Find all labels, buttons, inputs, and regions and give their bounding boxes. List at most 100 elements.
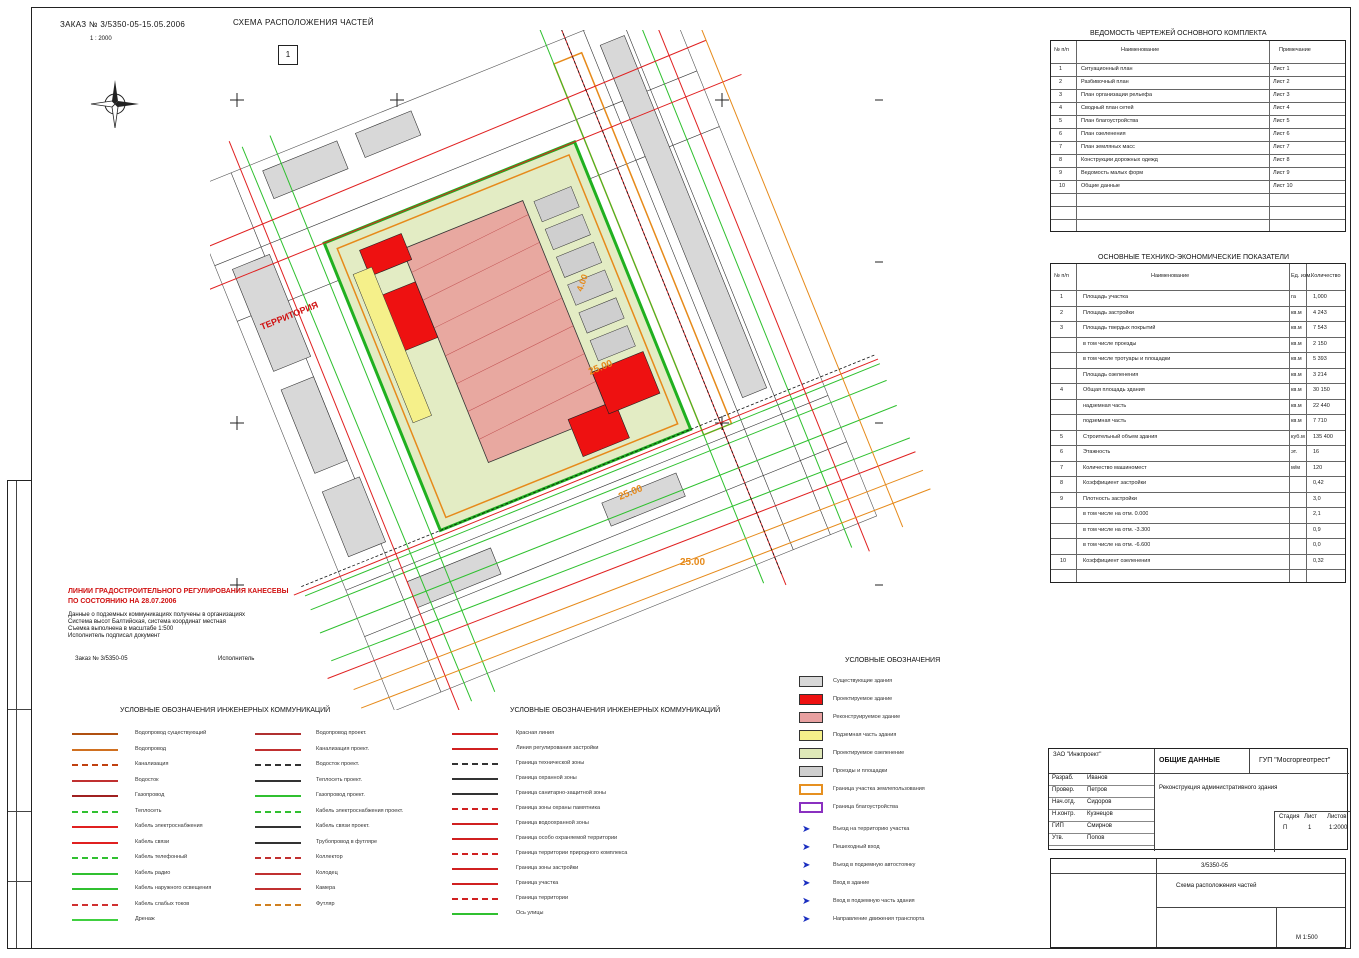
table2-cell: 4 243 [1313,309,1327,316]
legend-line-sample [255,857,301,859]
table2-cell: Площадь озеленения [1083,371,1139,378]
table2-cell: Площадь участка [1083,294,1128,300]
table2-cell: Площадь твердых покрытий [1083,325,1156,331]
table2-cell: в том числе тротуары и площадки [1083,356,1171,362]
legend-line-sample [452,883,498,885]
legend-label: Проезды и площадки [833,768,888,774]
table2-cell: кв.м [1291,371,1302,378]
table2-cell: 2 150 [1313,340,1327,347]
table1-row-line [1051,115,1345,116]
legend-line-sample [452,748,498,750]
legend-line-sample [452,898,498,900]
legend-label: Граница зоны охраны памятника [516,805,601,811]
red-note-line-1: ЛИНИИ ГРАДОСТРОИТЕЛЬНОГО РЕГУЛИРОВАНИЯ К… [68,588,289,595]
legend-label: Ось улицы [516,910,544,916]
legend-label: Газопровод проект. [316,792,365,798]
table2-cell: надземная часть [1083,402,1127,409]
table2-row-line [1051,367,1345,369]
stamp-row-line [1049,797,1154,798]
table2-cell: 10 [1060,557,1067,564]
table2-cell: 2 [1060,309,1064,316]
legend-line-sample [255,872,301,875]
legend-label: Теплосеть проект. [316,776,363,783]
table2-header-cell: Наименование [1151,273,1190,279]
legend-swatch [799,676,823,687]
stamp-sheet: Лист [1304,814,1318,820]
table2-row-line [1051,522,1345,524]
table2-header-cell: Количество [1311,273,1341,279]
table1-cell: Общие данные [1081,183,1120,189]
legend-fill-title: УСЛОВНЫЕ ОБОЗНАЧЕНИЯ [845,657,941,664]
legend-label: Въезд на территорию участка [833,826,910,832]
table2-row-line [1051,321,1345,322]
legend-line-sample [72,888,118,890]
legend-line-sample [72,795,118,797]
legend-line-sample [72,841,118,844]
legend-swatch [799,712,823,723]
table2-cell: Общая площадь здания [1083,387,1145,393]
table2-row-line [1051,476,1345,477]
legend-line-sample [255,841,301,844]
table2-cell: 6 [1060,449,1064,455]
legend-label: Граница санитарно-защитной зоны [516,790,606,796]
legend-line-sample [72,779,118,782]
table2-cell: Этажность [1083,449,1111,455]
table2-cell: 0,0 [1313,542,1321,548]
legend-label: Дренаж [135,916,155,922]
table2-cell: 1 [1060,294,1064,300]
red-note-line-2: ПО СОСТОЯНИЮ НА 28.07.2006 [68,598,177,605]
dim-label-3: 25.00 [680,557,705,568]
stamp-role: Утв. [1052,835,1064,841]
table2-row-line [1051,445,1345,446]
table1-cell: 4 [1059,105,1063,111]
legend-label: Водосток [135,776,159,783]
legend-label: Футляр [316,900,335,907]
table2-cell: 7 543 [1313,325,1327,331]
stamp-name: Петров [1087,787,1108,793]
arrow-icon: ➤ [802,842,811,853]
legend-line-sample [255,810,301,813]
plan-notes: Данные о подземных коммуникациях получен… [68,612,268,640]
stamp-sheets: Листов [1327,814,1347,820]
legend-lines-title-2: УСЛОВНЫЕ ОБОЗНАЧЕНИЯ ИНЖЕНЕРНЫХ КОММУНИК… [510,707,721,714]
legend-label: Кабель наружного освещения [135,885,212,891]
table2-cell: в том числе проезды [1083,340,1137,347]
stamp-sheet-val: 1 [1308,825,1312,831]
legend-line-sample [72,872,118,875]
table2-row-line [1051,429,1345,431]
legend-line-sample [255,748,301,751]
table2-cell: куб.м [1291,433,1305,440]
order-header: ЗАКАЗ № 3/5350-05-15.05.2006 [60,20,186,29]
legend-line-sample [255,733,301,735]
table2-title: ОСНОВНЫЕ ТЕХНИКО-ЭКОНОМИЧЕСКИЕ ПОКАЗАТЕЛ… [1098,254,1290,261]
legend-swatch [799,766,823,777]
legend-label: Газопровод [135,792,165,798]
legend-label: Водопровод [135,745,166,752]
table2-row-line [1051,305,1345,307]
table1-cell: Лист 3 [1273,92,1290,98]
table1-cell: Лист 10 [1273,183,1293,189]
table2-cell: кв.м [1291,309,1302,316]
legend-line-sample [452,763,498,765]
legend-line-sample [452,733,498,735]
legend-label: Пешеходный вход [833,844,880,850]
stamp-scale: 1:2000 [1329,825,1348,831]
table1-row-line [1051,141,1345,142]
table1-header-cell: Наименование [1121,47,1160,53]
table1-cell: 1 [1059,66,1063,72]
stamp-stage: Стадия [1279,814,1300,820]
legend-label: Трубопровод в футляре [316,838,378,845]
legend-line-sample [452,778,498,780]
table2-cell: 7 710 [1313,418,1327,424]
table2-row-line [1051,491,1345,493]
legend-label: Кабель связи [135,838,170,845]
table2-cell: 4 [1060,387,1064,393]
table1-cell: Лист 4 [1273,105,1290,111]
table1-row-line [1051,63,1345,64]
stamp-row-line [1049,785,1154,786]
table1-cell: 6 [1059,131,1063,137]
legend-label: Водосток проект. [316,761,360,767]
note-line: Система высот Балтийская, система коорди… [68,619,226,625]
table2-row-line [1051,398,1345,400]
legend-label: Въезд в подземную автостоянку [833,862,916,868]
